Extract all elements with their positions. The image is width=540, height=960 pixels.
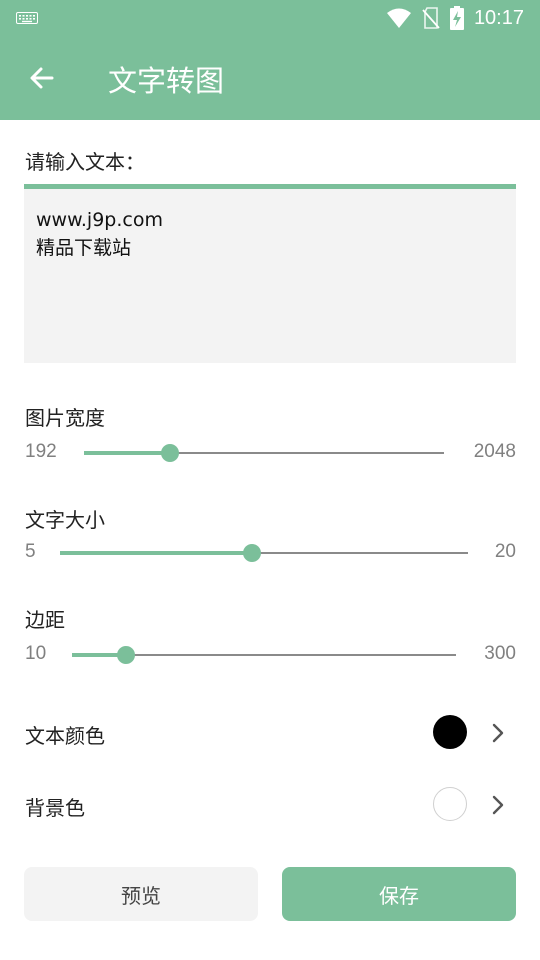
text-color-label: 文本颜色: [25, 724, 105, 748]
image-width-slider-row: 192 2048: [0, 438, 540, 468]
text-input-line-2: 精品下载站: [36, 237, 132, 259]
save-button[interactable]: 保存: [282, 867, 516, 921]
image-width-slider-thumb[interactable]: [161, 444, 180, 462]
font-size-max: 20: [494, 541, 516, 562]
margin-slider-thumb[interactable]: [116, 646, 135, 664]
text-color-row[interactable]: 文本颜色: [0, 705, 540, 761]
margin-min: 10: [25, 643, 47, 664]
margin-slider[interactable]: [72, 646, 456, 664]
background-color-row[interactable]: 背景色: [0, 777, 540, 833]
image-width-max: 2048: [473, 441, 516, 462]
image-width-slider-fill: [84, 451, 171, 455]
chevron-right-icon[interactable]: [488, 793, 508, 817]
no-sim-icon: [422, 7, 440, 29]
preview-button[interactable]: 预览: [24, 867, 258, 921]
font-size-min: 5: [25, 541, 36, 562]
margin-max: 300: [484, 643, 516, 664]
background-color-label: 背景色: [25, 796, 85, 820]
status-bar: 10:17: [0, 0, 540, 36]
text-input-area[interactable]: www.j9p.com 精品下载站: [24, 184, 516, 363]
font-size-slider-row: 5 20: [0, 538, 540, 568]
arrow-left-icon[interactable]: [26, 62, 58, 94]
battery-charging-icon: [449, 6, 464, 30]
text-color-swatch[interactable]: [433, 715, 467, 749]
text-input-line-1: www.j9p.com: [36, 209, 163, 231]
image-width-slider[interactable]: [84, 444, 444, 462]
page-title: 文字转图: [108, 64, 225, 98]
keyboard-icon: [16, 12, 38, 24]
app-bar: 文字转图: [0, 36, 540, 120]
text-input-label: 请输入文本：: [25, 150, 145, 174]
status-time: 10:17: [473, 6, 524, 29]
font-size-slider[interactable]: [60, 544, 468, 562]
image-width-min: 192: [25, 441, 57, 462]
margin-label: 边距: [25, 608, 65, 632]
wifi-icon: [386, 8, 411, 28]
chevron-right-icon[interactable]: [488, 721, 508, 745]
font-size-label: 文字大小: [25, 508, 105, 532]
margin-slider-row: 10 300: [0, 640, 540, 670]
background-color-swatch[interactable]: [433, 787, 467, 821]
image-width-label: 图片宽度: [25, 406, 105, 430]
font-size-slider-thumb[interactable]: [242, 544, 261, 562]
font-size-slider-fill: [60, 551, 252, 555]
